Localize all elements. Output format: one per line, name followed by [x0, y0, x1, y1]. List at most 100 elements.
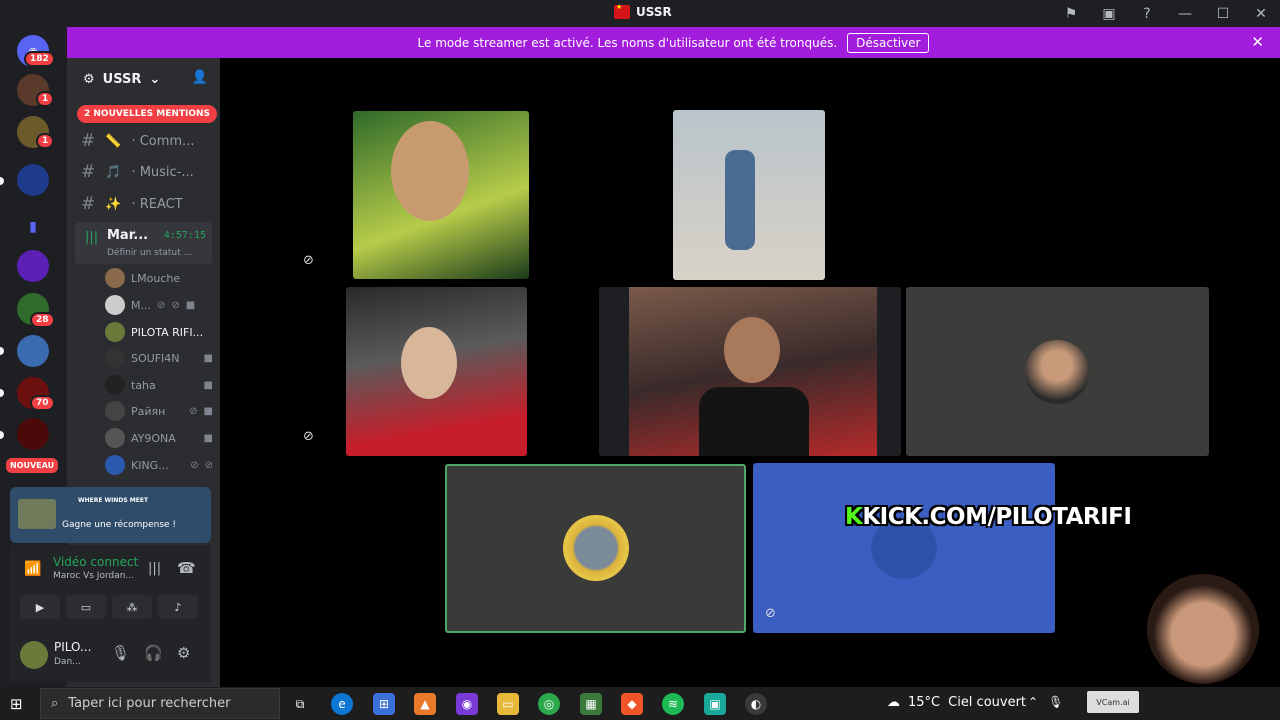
voice-user[interactable]: KING... ⊘ ⊘ [105, 452, 213, 478]
app-icon[interactable]: ◉ [456, 693, 478, 715]
store-icon[interactable]: ⊞ [373, 693, 395, 715]
avatar [105, 428, 125, 448]
video-tile-speaking[interactable] [445, 464, 746, 633]
avatar [105, 348, 125, 368]
streamer-face [1147, 574, 1259, 684]
quest-promo-card[interactable]: WHERE WINDS MEET Gagne une récompense ! [10, 487, 211, 543]
flag-icon[interactable]: ⚑ [1052, 0, 1090, 27]
invite-people-icon[interactable]: 👤 [192, 70, 208, 85]
video-off-icon: ⊘ [765, 606, 776, 621]
participant-avatar [1025, 340, 1089, 404]
video-tile[interactable]: ⊘ [753, 463, 1055, 633]
participant-face [401, 327, 457, 399]
signal-icon[interactable]: 📶 [24, 561, 41, 577]
windows-start-icon[interactable]: ⊞ [10, 695, 23, 713]
brave-icon[interactable]: ◆ [621, 693, 643, 715]
server-icon[interactable] [17, 250, 49, 282]
cloud-icon: ☁ [887, 695, 900, 710]
weather-widget[interactable]: ☁ 15°C Ciel couvert [887, 695, 1026, 710]
server-icon[interactable] [17, 418, 49, 450]
camera-toggle-button[interactable]: ▶ [20, 595, 60, 619]
video-off-icon: ⊘ [303, 253, 314, 268]
video-tile[interactable] [673, 110, 825, 280]
voice-user[interactable]: LMouche [105, 265, 213, 291]
close-window-button[interactable]: ✕ [1242, 0, 1280, 27]
video-icon: ■ [203, 432, 213, 444]
chevron-up-icon[interactable]: ⌃ [1028, 695, 1038, 709]
microphone-icon[interactable]: 🎙 [1048, 695, 1063, 709]
channel-item[interactable]: # 📏 · Comm... [81, 129, 211, 153]
voice-user[interactable]: SOUFI4N ■ [105, 345, 213, 371]
voice-channel-link[interactable]: Maroc Vs Jordan... [53, 571, 134, 581]
voice-user[interactable]: M... ⊘ ⊘ ■ [105, 292, 213, 318]
voice-user[interactable]: AY9ONA ■ [105, 425, 213, 451]
activities-button[interactable]: ⁂ [112, 595, 152, 619]
close-icon[interactable]: ✕ [1251, 33, 1264, 51]
kick-overlay: KKICK.COM/PILOTARIFI [845, 504, 1132, 530]
microphone-icon[interactable]: 🎙 [111, 644, 130, 662]
participant-figure [725, 150, 755, 250]
unread-badge: 28 [30, 312, 55, 328]
help-icon[interactable]: ? [1128, 0, 1166, 27]
streamer-webcam [1135, 568, 1280, 687]
video-icon: ■ [203, 352, 213, 364]
voice-activity-icon: ||| [85, 230, 99, 245]
avatar [105, 268, 125, 288]
video-tile[interactable] [906, 287, 1209, 456]
app-icon[interactable]: ▦ [580, 693, 602, 715]
voice-channel-active[interactable]: ||| Mar... 4:57:15 Définir un statut ... [75, 222, 212, 264]
screen-share-button[interactable]: ▭ [66, 595, 106, 619]
soundboard-button[interactable]: ♪ [158, 595, 198, 619]
video-tile[interactable] [599, 287, 901, 456]
deafened-icon: ⊘ [171, 299, 180, 311]
inbox-icon[interactable]: ▣ [1090, 0, 1128, 27]
maximize-button[interactable]: ☐ [1204, 0, 1242, 27]
app-icon[interactable]: ▣ [704, 693, 726, 715]
obs-icon[interactable]: ◐ [745, 693, 767, 715]
user-name[interactable]: PILO... [54, 640, 91, 654]
voice-timer: 4:57:15 [163, 230, 206, 241]
channel-label: · REACT [131, 196, 183, 212]
voice-user[interactable]: Райян ⊘ ■ [105, 398, 213, 424]
server-name: USSR [102, 71, 142, 87]
video-icon: ■ [203, 405, 213, 417]
mic-muted-icon: ⊘ [190, 459, 199, 471]
voice-status[interactable]: Vidéo connect [53, 555, 138, 569]
unread-badge: 1 [36, 91, 55, 107]
mic-muted-icon: ⊘ [189, 405, 198, 417]
edge-icon[interactable]: e [331, 693, 353, 715]
chrome-icon[interactable]: ◎ [538, 693, 560, 715]
set-status-text[interactable]: Définir un statut ... [107, 248, 192, 258]
voice-user[interactable]: PILOTA RIFI... [105, 319, 213, 345]
app-icon[interactable]: ▲ [414, 693, 436, 715]
file-explorer-icon[interactable]: ▭ [497, 693, 519, 715]
unread-pill [0, 431, 4, 439]
server-header[interactable]: ⚙ USSR ⌄ 👤 [67, 58, 220, 100]
headphones-icon[interactable]: 🎧 [144, 644, 163, 662]
video-tile[interactable] [346, 287, 527, 456]
video-tile[interactable] [353, 111, 529, 279]
task-view-icon[interactable]: ⧉ [289, 693, 311, 715]
new-mentions-pill[interactable]: 2 NOUVELLES MENTIONS [77, 105, 218, 123]
server-icon[interactable] [17, 164, 49, 196]
noise-suppression-icon[interactable]: ||| [148, 561, 161, 576]
user-status: Dan... [54, 657, 81, 667]
gear-icon[interactable]: ⚙ [177, 644, 190, 662]
disconnect-icon[interactable]: ☎ [177, 559, 196, 577]
hash-icon: # [81, 131, 96, 151]
avatar [105, 295, 125, 315]
voice-user[interactable]: taha ■ [105, 372, 213, 398]
minimize-button[interactable]: — [1166, 0, 1204, 27]
vcam-tray-app[interactable]: VCam.ai [1087, 691, 1139, 713]
channel-label: · Comm... [131, 133, 195, 149]
new-servers-label: NOUVEAU [6, 458, 59, 473]
folder-icon[interactable]: ▮ [17, 211, 49, 243]
channel-item[interactable]: # 🎵 · Music-... [81, 160, 211, 184]
user-avatar[interactable] [20, 641, 48, 669]
channel-item[interactable]: # ✨ · REACT [81, 192, 211, 216]
disable-streamer-button[interactable]: Désactiver [847, 32, 930, 53]
server-icon[interactable] [17, 335, 49, 367]
spotify-icon[interactable]: ≋ [662, 693, 684, 715]
voice-channel-name: Mar... [107, 228, 149, 243]
taskbar-search[interactable]: ⌕ Taper ici pour rechercher [40, 688, 280, 719]
